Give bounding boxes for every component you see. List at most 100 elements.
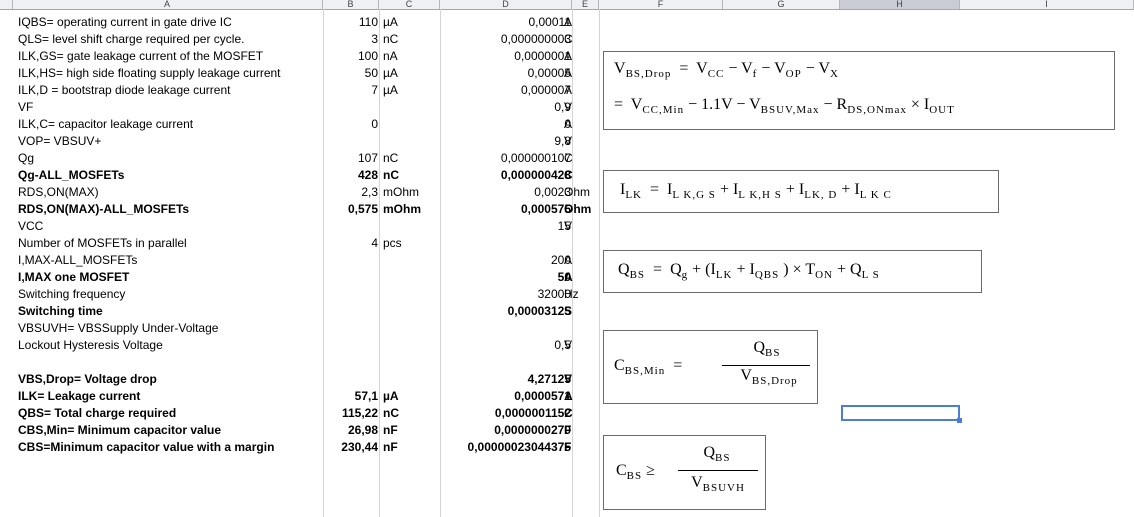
cell-e-18[interactable]: S	[564, 303, 599, 320]
cell-e-2[interactable]: C	[564, 31, 599, 48]
cell-d-24[interactable]: 0,0000001152	[440, 405, 571, 422]
cell-a-25[interactable]: CBS,Min= Minimum capacitor value	[18, 422, 323, 439]
cell-a-1[interactable]: IQBS= operating current in gate drive IC	[18, 14, 323, 31]
cell-a-20[interactable]: Lockout Hysteresis Voltage	[18, 337, 323, 354]
cell-a-18[interactable]: Switching time	[18, 303, 323, 320]
cell-e-3[interactable]: A	[564, 48, 599, 65]
cell-d-16[interactable]: 50	[440, 269, 571, 286]
cell-d-19[interactable]	[440, 320, 571, 337]
cell-e-24[interactable]: C	[564, 405, 599, 422]
cell-d-2[interactable]: 0,000000003	[440, 31, 571, 48]
cell-d-15[interactable]: 200	[440, 252, 571, 269]
column-header-f[interactable]: F	[599, 0, 723, 9]
cell-a-23[interactable]: ILK= Leakage current	[18, 388, 323, 405]
cell-a-15[interactable]: I,MAX-ALL_MOSFETs	[18, 252, 323, 269]
cell-a-5[interactable]: ILK,D = bootstrap diode leakage current	[18, 82, 323, 99]
cell-a-16[interactable]: I,MAX one MOSFET	[18, 269, 323, 286]
fill-handle[interactable]	[957, 418, 962, 423]
cell-c-19[interactable]	[383, 320, 440, 337]
cell-b-21[interactable]	[324, 354, 378, 371]
cell-c-12[interactable]: mOhm	[383, 201, 440, 218]
cell-a-2[interactable]: QLS= level shift charge required per cyc…	[18, 31, 323, 48]
cell-e-13[interactable]: V	[564, 218, 599, 235]
cell-b-19[interactable]	[324, 320, 378, 337]
column-header-g[interactable]: G	[723, 0, 840, 9]
formula-vbs-drop[interactable]: VBS,Drop = VCC − Vf − VOP − VX = VCC,Min…	[603, 51, 1115, 130]
cell-b-22[interactable]	[324, 371, 378, 388]
cell-b-1[interactable]: 110	[324, 14, 378, 31]
cell-d-3[interactable]: 0,0000001	[440, 48, 571, 65]
cell-b-11[interactable]: 2,3	[324, 184, 378, 201]
cell-b-25[interactable]: 26,98	[324, 422, 378, 439]
cell-b-26[interactable]: 230,44	[324, 439, 378, 456]
cell-d-10[interactable]: 0,000000428	[440, 167, 571, 184]
cell-e-7[interactable]: A	[564, 116, 599, 133]
cell-d-11[interactable]: 0,0023	[440, 184, 571, 201]
column-header-i[interactable]: I	[960, 0, 1134, 9]
cell-e-25[interactable]: F	[564, 422, 599, 439]
cell-c-7[interactable]	[383, 116, 440, 133]
cell-e-11[interactable]: Ohm	[564, 184, 599, 201]
cell-e-4[interactable]: A	[564, 65, 599, 82]
selected-cell[interactable]	[841, 405, 960, 421]
cell-c-25[interactable]: nF	[383, 422, 440, 439]
cell-d-7[interactable]: 0	[440, 116, 571, 133]
cell-e-23[interactable]: A	[564, 388, 599, 405]
cell-e-12[interactable]: Ohm	[564, 201, 599, 218]
cell-c-1[interactable]: µA	[383, 14, 440, 31]
cell-d-26[interactable]: 0,00000023044375	[440, 439, 571, 456]
cell-c-22[interactable]	[383, 371, 440, 388]
cell-a-26[interactable]: CBS=Minimum capacitor value with a margi…	[18, 439, 323, 456]
cell-b-2[interactable]: 3	[324, 31, 378, 48]
cell-e-19[interactable]	[564, 320, 599, 337]
cell-d-1[interactable]: 0,00011	[440, 14, 572, 31]
cell-d-18[interactable]: 0,00003125	[440, 303, 571, 320]
cell-a-8[interactable]: VOP= VBSUV+	[18, 133, 323, 150]
cell-d-20[interactable]: 0,5	[440, 337, 571, 354]
cell-e-21[interactable]	[564, 354, 599, 371]
cell-a-6[interactable]: VF	[18, 99, 323, 116]
cell-b-13[interactable]	[324, 218, 378, 235]
column-header-c[interactable]: C	[379, 0, 440, 9]
formula-cbs[interactable]: CBS ≥ QBS VBSUVH	[603, 435, 766, 510]
cell-d-4[interactable]: 0,00005	[440, 65, 571, 82]
column-header-a[interactable]: A	[12, 0, 323, 9]
cell-d-9[interactable]: 0,000000107	[440, 150, 571, 167]
cell-a-24[interactable]: QBS= Total charge required	[18, 405, 323, 422]
column-header-h[interactable]: H	[840, 0, 960, 9]
cell-b-10[interactable]: 428	[324, 167, 378, 184]
cell-e-14[interactable]	[564, 235, 599, 252]
cell-b-23[interactable]: 57,1	[324, 388, 378, 405]
cell-b-5[interactable]: 7	[324, 82, 378, 99]
column-header-b[interactable]: B	[323, 0, 379, 9]
cell-c-2[interactable]: nC	[383, 31, 440, 48]
cell-e-20[interactable]: V	[564, 337, 599, 354]
formula-cbs-min[interactable]: CBS,Min = QBS VBS,Drop	[603, 330, 818, 404]
spreadsheet[interactable]: ABCDEFGHI IQBS= operating current in gat…	[0, 0, 1134, 517]
cell-c-15[interactable]	[383, 252, 440, 269]
cell-b-7[interactable]: 0	[324, 116, 378, 133]
cell-e-10[interactable]: C	[564, 167, 599, 184]
cell-a-11[interactable]: RDS,ON(MAX)	[18, 184, 323, 201]
cell-e-26[interactable]: F	[564, 439, 599, 456]
cell-b-24[interactable]: 115,22	[324, 405, 378, 422]
cell-c-14[interactable]: pcs	[383, 235, 440, 252]
cell-d-17[interactable]: 32000	[440, 286, 571, 303]
formula-ilk[interactable]: ILK = IL K,G S + IL K,H S + ILK, D + IL …	[603, 170, 999, 213]
cell-d-6[interactable]: 0,9	[440, 99, 571, 116]
cell-c-6[interactable]	[383, 99, 440, 116]
cell-d-12[interactable]: 0,000575	[440, 201, 571, 218]
cell-c-24[interactable]: nC	[383, 405, 440, 422]
cell-b-20[interactable]	[324, 337, 378, 354]
cell-a-10[interactable]: Qg-ALL_MOSFETs	[18, 167, 323, 184]
cell-c-4[interactable]: µA	[383, 65, 440, 82]
cell-d-21[interactable]	[440, 354, 571, 371]
cell-c-9[interactable]: nC	[383, 150, 440, 167]
cell-e-5[interactable]: A	[564, 82, 599, 99]
cell-a-3[interactable]: ILK,GS= gate leakage current of the MOSF…	[18, 48, 323, 65]
column-header-e[interactable]: E	[572, 0, 599, 9]
cell-a-4[interactable]: ILK,HS= high side floating supply leakag…	[18, 65, 323, 82]
cell-a-21[interactable]	[18, 354, 323, 371]
cell-d-5[interactable]: 0,000007	[440, 82, 571, 99]
cell-b-3[interactable]: 100	[324, 48, 378, 65]
